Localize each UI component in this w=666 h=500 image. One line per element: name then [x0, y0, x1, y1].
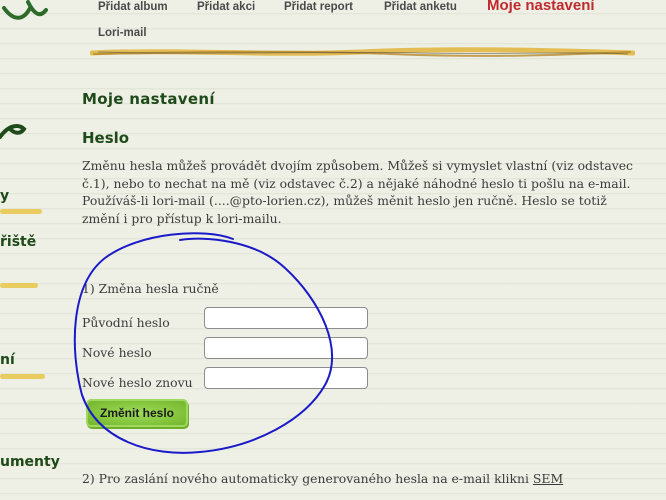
- new-password-repeat-input[interactable]: [204, 367, 368, 389]
- sidebar-item-fragment[interactable]: ní: [0, 352, 15, 368]
- auto-password-line: 2) Pro zaslání nového automaticky genero…: [82, 471, 563, 486]
- change-password-button[interactable]: Změnit heslo: [88, 401, 186, 425]
- new-password-repeat-label: Nové heslo znovu: [82, 375, 193, 390]
- nav-my-settings[interactable]: Moje nastavení: [487, 0, 595, 14]
- sidebar-ornament-icon: [0, 124, 27, 139]
- sidebar-item-fragment[interactable]: řiště: [0, 234, 36, 250]
- left-sidebar: y řiště ní umenty: [0, 0, 60, 500]
- nav-add-album[interactable]: Přidat album: [98, 1, 168, 13]
- logo-swirl-icon: [2, 0, 48, 20]
- manual-change-heading: 1) Změna hesla ručně: [82, 281, 219, 296]
- password-intro-text: Změnu hesla můžeš provádět dvojím způsob…: [82, 158, 633, 226]
- top-navigation: Přidat album Přidat akci Přidat report P…: [90, 0, 666, 70]
- sidebar-item-fragment[interactable]: umenty: [0, 454, 60, 470]
- nav-add-event[interactable]: Přidat akci: [197, 1, 255, 13]
- section-title: Heslo: [82, 129, 130, 147]
- new-password-label: Nové heslo: [82, 345, 152, 360]
- old-password-input[interactable]: [204, 307, 368, 329]
- nav-add-poll[interactable]: Přidat anketu: [384, 1, 457, 13]
- sidebar-underline: [0, 209, 42, 214]
- auto-password-text: 2) Pro zaslání nového automaticky genero…: [82, 471, 533, 486]
- nav-brush-divider: [90, 47, 635, 57]
- auto-password-link[interactable]: SEM: [533, 471, 563, 486]
- sidebar-underline: [0, 283, 38, 288]
- sidebar-underline: [0, 374, 45, 379]
- new-password-input[interactable]: [204, 337, 368, 359]
- sidebar-item-fragment[interactable]: y: [0, 188, 9, 204]
- nav-lori-mail[interactable]: Lori-mail: [98, 27, 147, 39]
- old-password-label: Původní heslo: [82, 315, 170, 330]
- hand-drawn-annotation: [73, 232, 334, 454]
- page-title: Moje nastavení: [82, 90, 215, 108]
- nav-add-report[interactable]: Přidat report: [284, 1, 353, 13]
